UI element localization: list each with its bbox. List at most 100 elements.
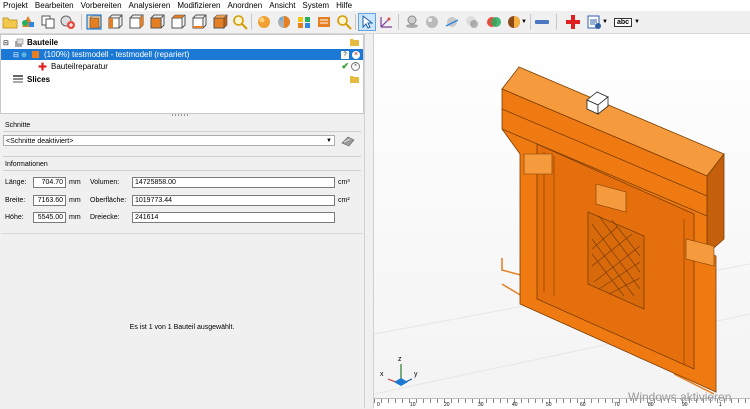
info-icon[interactable]: ? bbox=[341, 50, 349, 59]
model-icon bbox=[32, 51, 39, 58]
tree-row-repair[interactable]: Bauteilreparatur ✔ × bbox=[1, 61, 363, 72]
ruler-label: 20 bbox=[444, 402, 450, 408]
view-back-icon[interactable] bbox=[107, 14, 123, 30]
windows-watermark: Windows aktivieren bbox=[628, 390, 732, 404]
sections-title: Schnitte bbox=[5, 122, 31, 129]
tree-row-parts[interactable]: ⊟ Bauteile bbox=[1, 37, 363, 48]
report-icon[interactable] bbox=[586, 14, 602, 30]
menu-vorbereiten[interactable]: Vorbereiten bbox=[78, 0, 126, 11]
length-field[interactable]: 704.70 bbox=[33, 177, 66, 188]
menu-projekt[interactable]: Projekt bbox=[0, 0, 32, 11]
height-field[interactable]: 5545.00 bbox=[33, 212, 66, 223]
visibility-icon[interactable]: ⊕ bbox=[21, 51, 29, 59]
ruler-label: 10 bbox=[410, 402, 416, 408]
minus-icon[interactable] bbox=[534, 14, 550, 30]
surface-field[interactable]: 1019773.44 bbox=[132, 195, 335, 206]
vertical-splitter[interactable] bbox=[364, 34, 374, 408]
light-icon[interactable] bbox=[506, 14, 522, 30]
chevron-down-icon[interactable]: ▼ bbox=[602, 14, 608, 30]
model-label: (100%) testmodell - testmodell (reparier… bbox=[44, 50, 190, 59]
zoom-icon[interactable] bbox=[232, 14, 248, 30]
menu-bar: Projekt Bearbeiten Vorbereiten Analysier… bbox=[0, 0, 750, 11]
collapse-icon[interactable]: ⊟ bbox=[3, 39, 11, 47]
close-icon[interactable]: × bbox=[352, 50, 360, 59]
measure-icon[interactable] bbox=[378, 14, 394, 30]
3d-viewport[interactable]: z x y bbox=[374, 34, 750, 408]
shade-icon[interactable] bbox=[256, 14, 272, 30]
folder-icon[interactable] bbox=[350, 38, 359, 48]
collapse-icon[interactable]: ⊟ bbox=[13, 51, 21, 59]
sections-selected: <Schnitte deaktiviert> bbox=[6, 138, 74, 145]
menu-modifizieren[interactable]: Modifizieren bbox=[174, 0, 224, 11]
height-unit: mm bbox=[69, 214, 81, 221]
parts-label: Bauteile bbox=[27, 38, 59, 47]
render-icon[interactable] bbox=[276, 14, 292, 30]
ruler-label: 50 bbox=[546, 402, 552, 408]
triangles-field[interactable]: 241614 bbox=[132, 212, 335, 223]
chevron-down-icon[interactable]: ▼ bbox=[634, 14, 640, 30]
add-copy-icon[interactable] bbox=[60, 14, 76, 30]
axis-x-label: x bbox=[380, 371, 384, 378]
folder-icon[interactable] bbox=[350, 75, 359, 85]
slices-icon bbox=[13, 75, 23, 83]
text-tool-label: abc bbox=[613, 17, 633, 27]
plane-icon[interactable] bbox=[404, 14, 420, 30]
open-file-icon[interactable] bbox=[2, 14, 18, 30]
menu-system[interactable]: System bbox=[299, 0, 333, 11]
text-icon[interactable]: abc bbox=[613, 14, 633, 30]
parts-tree: ⊟ Bauteile ⊟ ⊕ (100%) testmodell - testm… bbox=[0, 34, 364, 114]
chevron-down-icon[interactable]: ▼ bbox=[521, 14, 527, 30]
volume-label: Volumen: bbox=[90, 179, 120, 186]
menu-bearbeiten[interactable]: Bearbeiten bbox=[32, 0, 78, 11]
menu-anordnen[interactable]: Anordnen bbox=[224, 0, 266, 11]
height-label: Höhe: bbox=[5, 214, 24, 221]
triangles-label: Dreiecke: bbox=[90, 214, 120, 221]
surface-unit: cm² bbox=[338, 197, 350, 204]
repair-label: Bauteilreparatur bbox=[51, 62, 108, 71]
search-icon[interactable] bbox=[336, 14, 352, 30]
repair-icon bbox=[38, 62, 47, 71]
view-bottom-icon[interactable] bbox=[191, 14, 207, 30]
ruler-label: 40 bbox=[512, 402, 518, 408]
sphere-icon[interactable] bbox=[424, 14, 440, 30]
length-unit: mm bbox=[69, 179, 81, 186]
view-front-icon[interactable] bbox=[86, 14, 102, 30]
view-right-icon[interactable] bbox=[149, 14, 165, 30]
sections-select[interactable]: <Schnitte deaktiviert> ▼ bbox=[3, 135, 335, 146]
view-left-icon[interactable] bbox=[128, 14, 144, 30]
cut-icon[interactable] bbox=[444, 14, 460, 30]
menu-ansicht[interactable]: Ansicht bbox=[266, 0, 299, 11]
nesting-icon[interactable] bbox=[296, 14, 312, 30]
select-icon[interactable] bbox=[358, 13, 376, 31]
view-iso-icon[interactable] bbox=[212, 14, 228, 30]
width-label: Breite: bbox=[5, 197, 26, 204]
ruler-label: 60 bbox=[580, 402, 586, 408]
menu-hilfe[interactable]: Hilfe bbox=[333, 0, 356, 11]
ruler-label: 30 bbox=[478, 402, 484, 408]
repair-icon[interactable] bbox=[565, 14, 581, 30]
view-top-icon[interactable] bbox=[170, 14, 186, 30]
add-part-icon[interactable] bbox=[20, 14, 36, 30]
axes-icon bbox=[387, 364, 413, 386]
width-field[interactable]: 7163.60 bbox=[33, 195, 66, 206]
axis-z-label: z bbox=[398, 356, 402, 363]
chevron-down-icon: ▼ bbox=[326, 138, 332, 144]
tree-row-slices[interactable]: Slices bbox=[1, 74, 363, 85]
left-panel: ⊟ Bauteile ⊟ ⊕ (100%) testmodell - testm… bbox=[0, 34, 364, 409]
tree-row-model[interactable]: ⊟ ⊕ (100%) testmodell - testmodell (repa… bbox=[1, 49, 363, 60]
volume-field[interactable]: 14725858.00 bbox=[132, 177, 335, 188]
check-icon[interactable]: ✔ bbox=[341, 61, 349, 72]
shadow-icon[interactable] bbox=[464, 14, 480, 30]
platform-icon[interactable] bbox=[316, 14, 332, 30]
model-view bbox=[374, 66, 750, 395]
color-icon[interactable] bbox=[486, 14, 502, 30]
section-settings-icon[interactable] bbox=[341, 134, 355, 150]
status-text: Es ist 1 von 1 Bauteil ausgewählt. bbox=[129, 324, 235, 331]
panel-splitter[interactable] bbox=[0, 113, 364, 118]
menu-analysieren[interactable]: Analysieren bbox=[126, 0, 175, 11]
axis-y-label: y bbox=[414, 371, 418, 378]
surface-label: Oberfläche: bbox=[90, 197, 127, 204]
slices-label: Slices bbox=[27, 75, 51, 84]
close-icon[interactable]: × bbox=[351, 62, 360, 71]
copy-icon[interactable] bbox=[40, 14, 56, 30]
